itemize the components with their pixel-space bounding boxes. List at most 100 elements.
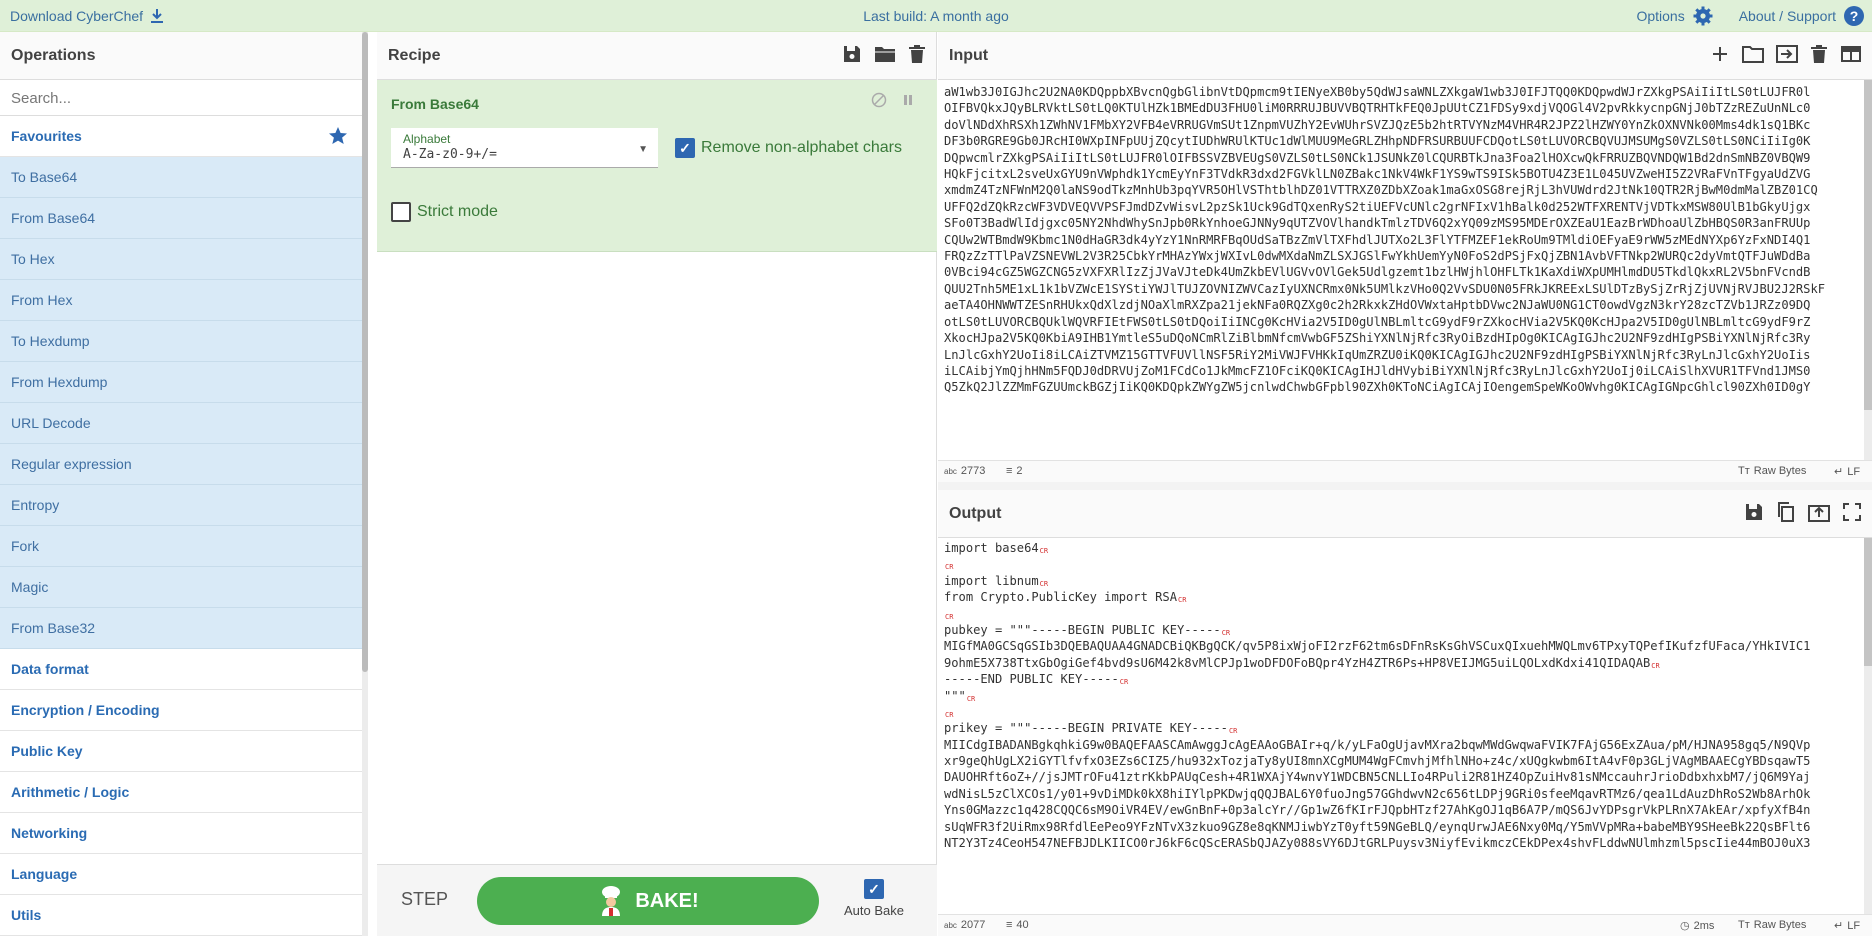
output-line-text: MIGfMA0GCSqGSIb3DQEBAQUAA4GNADCBiQKBgQCK… [944,639,1811,654]
output-line: 9ohmE5X738TtxGbOgiGef4bvd9sU6M42k8vMlCPJ… [944,655,1860,671]
carriage-return-marker: CR [945,612,954,621]
io-resize-handle[interactable] [938,482,1872,490]
trash-icon[interactable] [1810,44,1828,64]
category-encryption-encoding[interactable]: Encryption / Encoding [0,690,362,731]
options-link[interactable]: Options [1636,8,1684,24]
pause-icon[interactable] [901,92,915,108]
output-line: CR [944,606,1860,622]
carriage-return-marker: CR [1119,678,1129,687]
operation-item[interactable]: Regular expression [0,444,362,485]
input-line: iLCAibjYmQjhHNm5FQDJ0dDRVUjZoM1FCdCo1JkM… [944,363,1811,378]
recipe-operation-card[interactable]: From Base64 Alphabet A-Za-z0-9+/= ▼ ✓ Re… [377,80,937,252]
operation-item[interactable]: To Base64 [0,157,362,198]
output-line-text: xr9geQhUgLX2iGYTlfvfxO3EZs6CIZ5/hu932xTo… [944,754,1811,769]
autobake-label: Auto Bake [844,903,904,918]
step-button[interactable]: STEP [401,889,448,910]
checkbox-checked-icon: ✓ [864,879,884,899]
trash-icon[interactable] [908,44,926,64]
output-time: 2ms [1693,919,1715,932]
operation-item[interactable]: To Hex [0,239,362,280]
output-line: pubkey = """-----BEGIN PUBLIC KEY-----CR [944,622,1860,638]
autobake-checkbox[interactable]: ✓ Auto Bake [844,879,904,918]
carriage-return-marker: CR [945,563,954,572]
category-data-format[interactable]: Data format [0,649,362,690]
layout-icon[interactable] [1840,44,1862,64]
carriage-return-marker: CR [1228,727,1238,736]
checkbox-checked-icon: ✓ [675,138,695,158]
input-title: Input [938,32,1872,80]
output-line: MIGfMA0GCSqGSIb3DQEBAQUAA4GNADCBiQKBgQCK… [944,638,1860,654]
strict-mode-checkbox[interactable]: Strict mode [391,202,498,222]
output-scroll-thumb[interactable] [1864,538,1872,666]
input-textarea[interactable]: aW1wb3J0IGJhc2U2NA0KDQppbXBvcnQgbGlibnVt… [944,84,1860,460]
bake-label: BAKE! [635,889,699,912]
operation-item[interactable]: From Hex [0,280,362,321]
output-line: from Crypto.PublicKey import RSACR [944,589,1860,605]
plus-icon[interactable] [1710,44,1730,64]
operation-item[interactable]: Entropy [0,485,362,526]
recipe-title: Recipe [377,32,936,80]
output-lines: 40 [1016,919,1029,931]
category-networking[interactable]: Networking [0,813,362,854]
bake-button[interactable]: BAKE! [477,877,819,925]
input-line: QUU2Tnh5ME1xL1k1bVZWcE1SYStiYWJlTUJZOVNI… [944,281,1826,296]
eol-icon: ↵ [1834,920,1844,932]
input-line: FRQzZzTTlPaVZSNEVWL2V3R25CbkYrMHAzYWxjWX… [944,249,1811,264]
input-line: DF3b0RGRE9Gb0JRcHI0WXpINFpUUjZQcytIUDhWR… [944,134,1811,149]
import-icon[interactable] [1776,44,1798,64]
operation-item[interactable]: URL Decode [0,403,362,444]
carriage-return-marker: CR [1039,579,1049,588]
encoding-icon: Tт [1738,919,1750,931]
length-icon: abc [944,466,957,476]
input-encoding[interactable]: Raw Bytes [1754,465,1807,477]
output-encoding[interactable]: Raw Bytes [1754,919,1807,931]
operation-item[interactable]: To Hexdump [0,321,362,362]
operations-search-input[interactable]: Search... [0,80,362,116]
output-eol[interactable]: LF [1847,920,1860,932]
output-textarea[interactable]: import base64CR CR import libnumCR from Cry… [944,540,1860,914]
length-icon: abc [944,920,957,930]
remove-nonalpha-checkbox[interactable]: ✓ Remove non-alphabet chars [675,138,902,158]
input-title-label: Input [949,47,989,64]
carriage-return-marker: CR [1651,661,1660,670]
input-lines: 2 [1016,465,1023,477]
input-line: DQpwcmlrZXkgPSAiIiItLS0tLUJFR0lOIFBSSVZB… [944,150,1811,165]
input-line: Q5ZkQ2JlZZMmFGZUUmckBGZjIiKQ0KDQpkZWYgZW… [944,380,1811,395]
about-support-link[interactable]: About / Support [1739,8,1836,24]
category-public-key[interactable]: Public Key [0,731,362,772]
output-line: -----END PUBLIC KEY-----CR [944,671,1860,687]
input-scroll-thumb[interactable] [1864,80,1872,410]
gear-icon[interactable] [1693,6,1713,26]
output-line: Yns0GMazzc1q428CQQC6sM9OiVR4EV/ewGnBnF+0… [944,802,1860,818]
disable-icon[interactable] [871,92,887,108]
save-icon[interactable] [842,44,862,64]
operation-item[interactable]: Magic [0,567,362,608]
category-utils[interactable]: Utils [0,895,362,936]
save-icon[interactable] [1744,502,1764,522]
operations-scroll-thumb[interactable] [362,32,368,672]
output-line: """CR [944,688,1860,704]
replace-input-icon[interactable] [1808,502,1830,522]
folder-icon[interactable] [1742,44,1764,64]
remove-nonalpha-label: Remove non-alphabet chars [701,139,903,156]
category-language[interactable]: Language [0,854,362,895]
input-line: LnJlcGxhY2UoIi8iLCAiZTVMZ15GTTVFUVllNSF5… [944,347,1811,362]
operation-item[interactable]: From Base32 [0,608,362,649]
operations-list: Favourites To Base64 From Base64 To Hex … [0,116,362,936]
category-favourites[interactable]: Favourites [0,116,362,157]
operation-item[interactable]: Fork [0,526,362,567]
folder-icon[interactable] [874,44,896,64]
carriage-return-marker: CR [1221,628,1231,637]
alphabet-select[interactable]: Alphabet A-Za-z0-9+/= ▼ [391,128,658,168]
question-icon[interactable]: ? [1844,6,1864,26]
output-line: DAUOHRft6oZ+//jsJMTrOFu41ztrKkbPAUqCesh+… [944,769,1860,785]
output-line-text: NT2Y3Tz4CeoH547NEFBJDLKIICO0rJ6kF6cQScER… [944,836,1811,851]
operation-item[interactable]: From Hexdump [0,362,362,403]
category-arithmetic-logic[interactable]: Arithmetic / Logic [0,772,362,813]
copy-icon[interactable] [1776,502,1796,522]
input-eol[interactable]: LF [1847,466,1860,478]
operation-item[interactable]: From Base64 [0,198,362,239]
clock-icon: ◷ [1680,920,1690,932]
output-line: wdNisL5zClXCOs1/y01+9vDiMDk0kX8hiIYlpPKD… [944,786,1860,802]
maximize-icon[interactable] [1842,502,1862,522]
